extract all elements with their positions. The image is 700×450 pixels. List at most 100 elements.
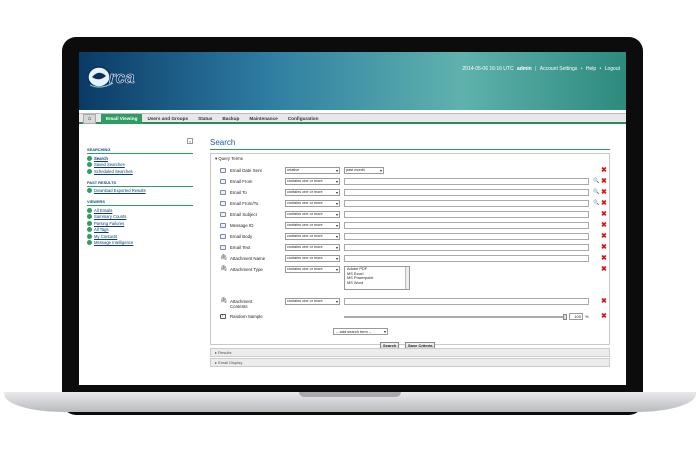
list-option[interactable]: MS Word: [347, 280, 409, 286]
attachment-type-listbox[interactable]: Adobe PDF MS Excel MS Powerpoint MS Word: [344, 266, 410, 290]
term-value-input[interactable]: [344, 200, 589, 207]
operator-select[interactable]: contains one or more: [285, 189, 340, 196]
sidebar-section-searching: SEARCHING: [87, 147, 193, 154]
operator-select[interactable]: contains one or more: [285, 222, 340, 229]
home-icon[interactable]: ⌂: [83, 114, 96, 124]
main-nav: ⌂ Email Viewing Users and Groups Status …: [79, 113, 626, 124]
tab-maintenance[interactable]: Maintenance: [244, 114, 282, 124]
logo-wordmark: rca: [109, 68, 135, 87]
sidebar-item-summary-counts[interactable]: Summary Counts: [87, 214, 193, 219]
operator-select[interactable]: contains one or more: [285, 244, 340, 251]
search-icon[interactable]: 🔍: [593, 189, 599, 195]
remove-term-icon[interactable]: ✖: [601, 232, 607, 240]
sample-slider[interactable]: [344, 314, 567, 320]
term-label: Attachment Contents: [230, 299, 253, 309]
listbox-scrollbar[interactable]: [405, 267, 409, 289]
remove-term-icon[interactable]: ✖: [601, 254, 607, 262]
remove-term-icon[interactable]: ✖: [601, 177, 607, 185]
add-search-term-select[interactable]: -- add search term --: [333, 328, 388, 335]
bullet-icon: [87, 188, 92, 193]
logout-link[interactable]: Logout: [605, 66, 620, 72]
search-icon[interactable]: 🔍: [593, 178, 599, 184]
account-settings-link[interactable]: Account Settings: [540, 66, 578, 72]
sidebar-item-label: Scheduled Searches: [94, 168, 133, 174]
paperclip-icon: 🖇: [220, 255, 228, 261]
sidebar-item-scheduled-searches[interactable]: Scheduled Searches: [87, 168, 193, 174]
bullet-icon: [87, 207, 92, 213]
remove-term-icon[interactable]: ✖: [601, 265, 607, 273]
query-terms-panel: ▾ Query Terms Email Date Sent relative p…: [210, 153, 610, 349]
term-value-input[interactable]: [344, 211, 589, 218]
email-display-section-toggle[interactable]: ▸ Email Display: [210, 358, 610, 367]
sidebar-item-all-emails[interactable]: All Emails: [87, 207, 193, 213]
sidebar-item-search[interactable]: Search: [87, 155, 193, 161]
term-row-attachment-name: 🖇 Attachment Name contains one or more ✖: [220, 255, 607, 264]
sidebar-item-message-intelligence[interactable]: Message Intelligence: [87, 240, 193, 245]
operator-select[interactable]: contains one or more: [285, 233, 340, 240]
email-field-icon: [220, 201, 226, 206]
remove-term-icon[interactable]: ✖: [601, 297, 607, 305]
timestamp: 2014-05-06 16:16 UTC: [462, 66, 514, 72]
term-value-input[interactable]: [344, 233, 589, 240]
bullet-icon: [87, 220, 92, 226]
term-label: Email To: [230, 190, 247, 195]
tab-email-viewing[interactable]: Email Viewing: [101, 114, 143, 124]
date-mode-select[interactable]: relative: [285, 167, 340, 174]
term-row-email-body: Email Body contains one or more ✖: [220, 233, 607, 242]
term-value-input[interactable]: [344, 178, 589, 185]
remove-term-icon[interactable]: ✖: [601, 166, 607, 174]
tab-status[interactable]: Status: [193, 114, 217, 124]
operator-select[interactable]: contains one or more: [285, 298, 340, 305]
email-field-icon: [220, 212, 226, 217]
term-label: Email Text: [230, 245, 251, 250]
term-value-input[interactable]: [344, 255, 589, 262]
term-label: Random Sample: [230, 314, 263, 319]
sidebar-item-parsing-failures[interactable]: Parsing Failures: [87, 220, 193, 226]
operator-select[interactable]: contains one or more: [285, 211, 340, 218]
sidebar-item-all-tags[interactable]: All Tags: [87, 227, 193, 232]
term-row-email-from-to: Email From/To contains one or more 🔍 ✖: [220, 200, 607, 209]
collapse-sidebar-button[interactable]: «: [187, 138, 193, 144]
user-bar: 2014-05-06 16:16 UTC admin | Account Set…: [462, 66, 620, 72]
email-field-icon: [220, 190, 226, 195]
results-section-toggle[interactable]: ▸ Results: [210, 348, 610, 357]
term-value-input[interactable]: [344, 298, 589, 305]
sample-percent-input[interactable]: 100: [569, 313, 583, 320]
term-value-input[interactable]: [344, 244, 589, 251]
slider-thumb[interactable]: [563, 314, 567, 320]
date-range-select[interactable]: past month: [344, 167, 384, 174]
remove-term-icon[interactable]: ✖: [601, 199, 607, 207]
bullet-icon: [87, 168, 92, 174]
sidebar-item-download-exported-results[interactable]: Download Exported Results: [87, 188, 193, 193]
term-value-input[interactable]: [344, 222, 589, 229]
bullet-icon: [87, 162, 92, 167]
term-row-attachment-contents: 🖇 Attachment Contents contains one or mo…: [220, 298, 607, 312]
remove-term-icon[interactable]: ✖: [601, 221, 607, 229]
sidebar-item-label: Summary Counts: [94, 214, 127, 219]
operator-select[interactable]: contains one or more: [285, 266, 340, 273]
operator-select[interactable]: contains one or more: [285, 200, 340, 207]
term-value-input[interactable]: [344, 189, 589, 196]
remove-term-icon[interactable]: ✖: [601, 188, 607, 196]
term-label: Email Body: [230, 234, 253, 239]
term-row-email-subject: Email Subject contains one or more ✖: [220, 211, 607, 220]
sidebar: « SEARCHING Search Saved Searches Schedu…: [87, 138, 193, 258]
remove-term-icon[interactable]: ✖: [601, 210, 607, 218]
tab-configuration[interactable]: Configuration: [283, 114, 324, 124]
tab-backup[interactable]: Backup: [217, 114, 244, 124]
sidebar-item-my-contacts[interactable]: My Contacts: [87, 233, 193, 239]
query-terms-toggle[interactable]: ▾ Query Terms: [211, 154, 609, 164]
tab-users-and-groups[interactable]: Users and Groups: [142, 114, 193, 124]
help-link[interactable]: Help: [586, 66, 596, 72]
sidebar-item-label: Download Exported Results: [94, 188, 146, 193]
remove-term-icon[interactable]: ✖: [601, 243, 607, 251]
remove-term-icon[interactable]: ✖: [601, 312, 607, 320]
search-icon[interactable]: 🔍: [593, 200, 599, 206]
checkbox-checked-icon[interactable]: ✓: [220, 314, 226, 319]
term-label: Email From: [230, 179, 253, 184]
email-field-icon: [220, 245, 226, 250]
sidebar-section-past-results: PAST RESULTS: [87, 180, 193, 187]
operator-select[interactable]: contains one or more: [285, 255, 340, 262]
sidebar-item-saved-searches[interactable]: Saved Searches: [87, 162, 193, 167]
operator-select[interactable]: contains one or more: [285, 178, 340, 185]
